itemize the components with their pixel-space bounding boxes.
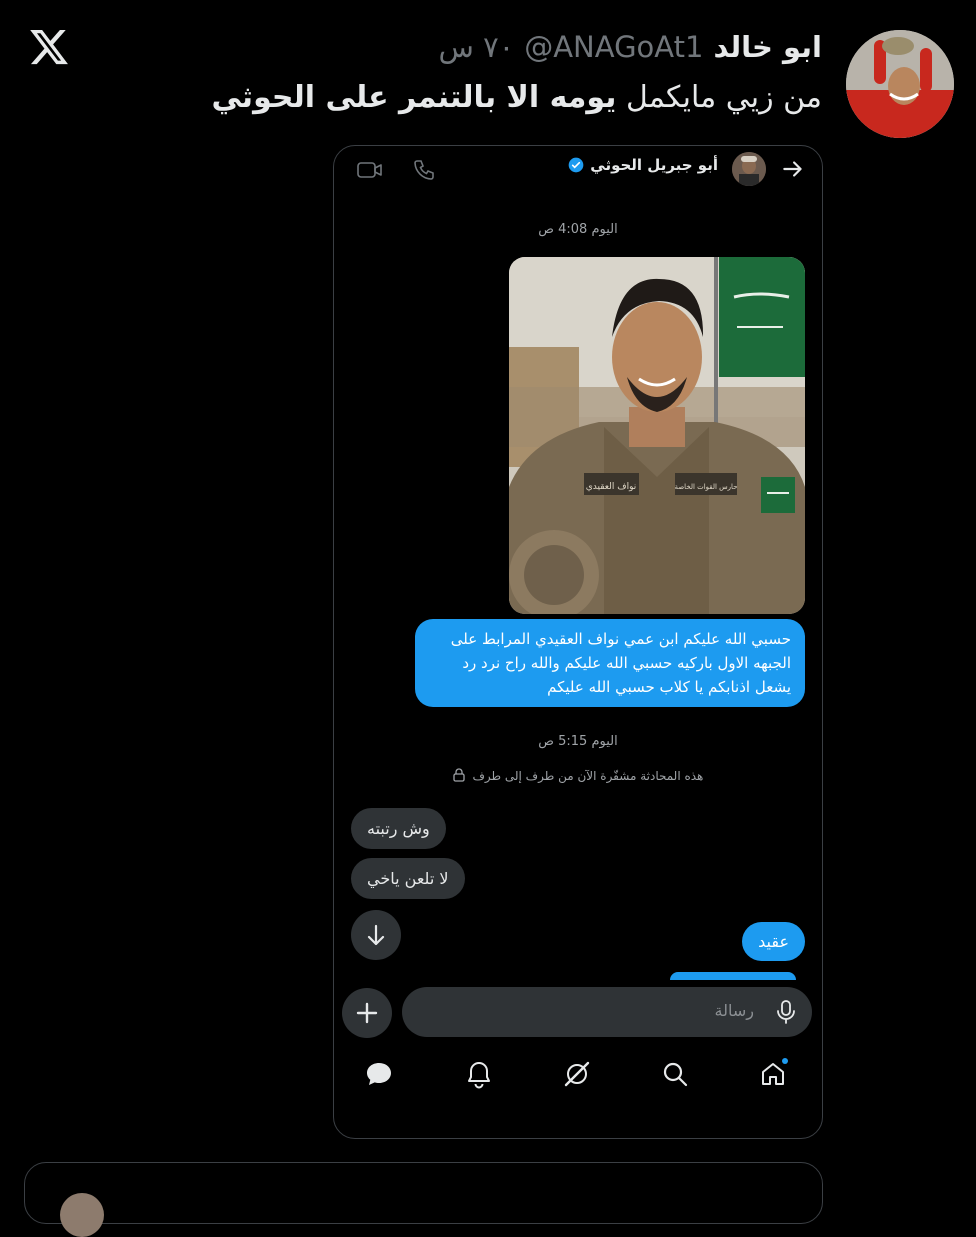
name-tag-text: نواف العقيدي [586, 482, 636, 492]
unit-tag-text: حارس القوات الخاصة [674, 483, 737, 491]
tweet-time[interactable]: ٧٠ س [438, 30, 514, 64]
sent-message-bubble[interactable]: عقيد [742, 922, 805, 961]
encryption-note-text: هذه المحادثة مشفّرة الآن من طرف إلى طرف [472, 769, 704, 783]
dm-screenshot: أبو جبريل الحوثي اليوم 4:08 ص نواف العقي… [333, 145, 823, 1139]
lock-icon [452, 768, 465, 782]
message-timestamp: اليوم 4:08 ص [538, 222, 618, 237]
plus-icon [356, 1002, 378, 1024]
tweet-text: من زيي مايكمل يومه الا بالتنمر على الحوث… [211, 80, 822, 115]
microphone-icon[interactable] [774, 999, 798, 1025]
sent-photo[interactable]: نواف العقيدي حارس القوات الخاصة [509, 257, 805, 614]
message-timestamp: اليوم 5:15 ص [538, 734, 618, 749]
author-avatar[interactable] [846, 30, 954, 138]
phone-icon[interactable] [412, 158, 436, 182]
message-input[interactable]: رسالة [402, 987, 812, 1037]
tweet-author-line: ابو خالد @ANAGoAt1 ٧٠ س [438, 30, 822, 64]
verified-badge-icon [568, 157, 584, 173]
x-logo-icon[interactable] [28, 26, 70, 68]
sent-message-bubble[interactable]: حسبي الله عليكم ابن عمي نواف العقيدي الم… [415, 619, 805, 707]
bell-icon[interactable] [462, 1057, 496, 1091]
tweet-text-part2: يومه الا بالتنمر على الحوثي [211, 80, 617, 115]
encryption-note: هذه المحادثة مشفّرة الآن من طرف إلى طرف [334, 768, 822, 783]
add-attachment-button[interactable] [342, 988, 392, 1038]
arrow-down-icon [367, 924, 385, 946]
dm-header: أبو جبريل الحوثي [334, 146, 822, 194]
received-message-bubble[interactable]: وش رتبته [351, 808, 446, 849]
scroll-down-button[interactable] [351, 910, 401, 960]
author-handle[interactable]: @ANAGoAt1 [524, 30, 703, 64]
author-name[interactable]: ابو خالد [713, 30, 822, 64]
message-input-placeholder: رسالة [714, 1001, 754, 1020]
tweet-text-part1: من زيي مايكمل [616, 80, 822, 115]
received-message-bubble[interactable]: لا تلعن ياخي [351, 858, 465, 899]
contact-name: أبو جبريل الحوثي [590, 156, 718, 174]
video-camera-icon[interactable] [356, 158, 384, 182]
search-icon[interactable] [658, 1057, 692, 1091]
grok-icon[interactable] [560, 1057, 594, 1091]
contact-avatar[interactable] [732, 152, 766, 186]
arrow-right-icon[interactable] [780, 156, 806, 182]
sent-message-bubble-partial [670, 972, 796, 980]
contact-name-row[interactable]: أبو جبريل الحوثي [568, 156, 718, 174]
home-icon[interactable] [756, 1057, 790, 1091]
messages-icon[interactable] [362, 1057, 396, 1091]
bottom-tab-bar [334, 1051, 822, 1097]
next-tweet-card[interactable] [24, 1162, 823, 1224]
